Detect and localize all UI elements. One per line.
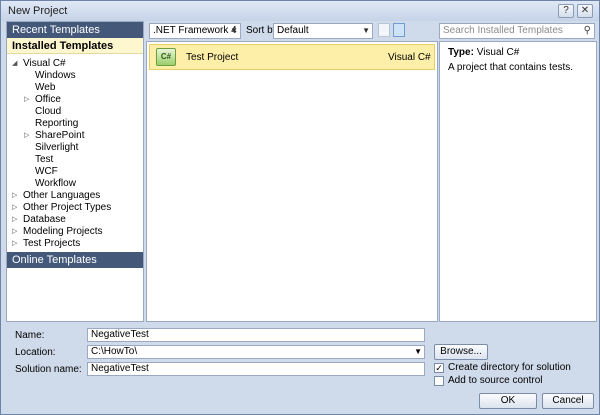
- solution-name-label: Solution name:: [15, 364, 82, 375]
- tree-item-label: Workflow: [35, 178, 76, 189]
- template-name: Test Project: [186, 52, 239, 63]
- tree-item-label: Other Project Types: [23, 202, 112, 213]
- tree-item-label: SharePoint: [35, 130, 85, 141]
- new-project-dialog: New Project ? ✕ Recent Templates Install…: [0, 0, 600, 415]
- collapsed-arrow-icon[interactable]: ▷: [24, 94, 32, 106]
- sort-value: Default: [277, 25, 309, 36]
- tree-item[interactable]: ▷ Modeling Projects: [7, 226, 143, 238]
- tree-item[interactable]: ▷ Office: [7, 94, 143, 106]
- tree-item-label: WCF: [35, 166, 58, 177]
- tree-item[interactable]: Windows: [7, 70, 143, 82]
- tree-item[interactable]: ▷ Other Project Types: [7, 202, 143, 214]
- search-placeholder: Search Installed Templates: [443, 25, 563, 36]
- type-line: Type: Visual C#: [448, 47, 519, 58]
- close-button[interactable]: ✕: [577, 4, 593, 18]
- title-bar: New Project ? ✕: [1, 1, 599, 21]
- installed-templates-header[interactable]: Installed Templates: [7, 38, 143, 54]
- help-button[interactable]: ?: [558, 4, 574, 18]
- tree-item[interactable]: Test: [7, 154, 143, 166]
- name-field[interactable]: NegativeTest: [87, 328, 425, 342]
- template-categories-panel: Recent Templates Installed Templates ◢ Vi…: [6, 21, 144, 322]
- tree-item-label: Silverlight: [35, 142, 79, 153]
- location-field[interactable]: C:\HowTo\ ▼: [87, 345, 425, 359]
- search-input[interactable]: Search Installed Templates ⚲: [439, 23, 595, 39]
- tree-item[interactable]: Web: [7, 82, 143, 94]
- location-value: C:\HowTo\: [91, 346, 138, 357]
- recent-templates-header[interactable]: Recent Templates: [7, 22, 143, 38]
- tree-item-label: Office: [35, 94, 61, 105]
- tree-item-label: Test Projects: [23, 238, 81, 249]
- online-templates-header[interactable]: Online Templates: [7, 252, 143, 268]
- tree-item[interactable]: ▷ Test Projects: [7, 238, 143, 250]
- window-title: New Project: [8, 5, 68, 17]
- cancel-button[interactable]: Cancel: [542, 393, 594, 409]
- tree-item[interactable]: ▷ Database: [7, 214, 143, 226]
- tree-item-label: Cloud: [35, 106, 62, 117]
- location-label: Location:: [15, 347, 56, 358]
- browse-button[interactable]: Browse...: [434, 344, 488, 360]
- template-item[interactable]: C# Test Project Visual C#: [149, 44, 435, 70]
- tree-item-label: Reporting: [35, 118, 79, 129]
- test-project-icon: C#: [156, 48, 176, 66]
- framework-value: .NET Framework 4: [153, 25, 237, 36]
- collapsed-arrow-icon[interactable]: ▷: [12, 202, 20, 214]
- template-description: A project that contains tests.: [448, 62, 574, 73]
- chevron-down-icon: ▼: [414, 347, 422, 356]
- tree-item-label: Modeling Projects: [23, 226, 103, 237]
- type-label: Type:: [448, 47, 474, 58]
- tree-item[interactable]: Reporting: [7, 118, 143, 130]
- sort-dropdown[interactable]: Default ▼: [273, 23, 373, 39]
- tree-item[interactable]: Workflow: [7, 178, 143, 190]
- tree-item-label: Web: [35, 82, 56, 93]
- small-icons-view-icon[interactable]: [378, 23, 390, 37]
- collapsed-arrow-icon[interactable]: ▷: [12, 190, 20, 202]
- tree-item-label: Windows: [35, 70, 76, 81]
- tree-item-label: Test: [35, 154, 54, 165]
- collapsed-arrow-icon[interactable]: ▷: [12, 238, 20, 250]
- tree-item[interactable]: WCF: [7, 166, 143, 178]
- search-icon: ⚲: [583, 25, 591, 36]
- template-list: C# Test Project Visual C#: [146, 41, 438, 322]
- create-directory-checkbox[interactable]: ✓: [434, 363, 444, 373]
- tree-item[interactable]: ▷ SharePoint: [7, 130, 143, 142]
- type-value: Visual C#: [476, 47, 520, 58]
- tree-item-label: Database: [23, 214, 66, 225]
- tree-item[interactable]: ▷ Other Languages: [7, 190, 143, 202]
- template-details-panel: Type: Visual C# A project that contains …: [439, 41, 597, 322]
- tree-item[interactable]: Cloud: [7, 106, 143, 118]
- tree-item-label: Other Languages: [23, 190, 101, 201]
- details-view-icon[interactable]: [393, 23, 405, 37]
- expanded-arrow-icon[interactable]: ◢: [12, 58, 20, 70]
- tree-item-label: Visual C#: [23, 58, 66, 69]
- source-control-checkbox[interactable]: [434, 376, 444, 386]
- tree-item[interactable]: ◢ Visual C#: [7, 58, 143, 70]
- collapsed-arrow-icon[interactable]: ▷: [24, 130, 32, 142]
- chevron-down-icon: ▼: [362, 26, 370, 35]
- collapsed-arrow-icon[interactable]: ▷: [12, 226, 20, 238]
- collapsed-arrow-icon[interactable]: ▷: [12, 214, 20, 226]
- tree-item[interactable]: Silverlight: [7, 142, 143, 154]
- chevron-down-icon: ▼: [230, 26, 238, 35]
- create-directory-label: Create directory for solution: [448, 362, 571, 373]
- solution-name-field[interactable]: NegativeTest: [87, 362, 425, 376]
- framework-dropdown[interactable]: .NET Framework 4 ▼: [149, 23, 241, 39]
- ok-button[interactable]: OK: [479, 393, 537, 409]
- template-language: Visual C#: [388, 52, 431, 63]
- source-control-label: Add to source control: [448, 375, 543, 386]
- name-label: Name:: [15, 330, 45, 341]
